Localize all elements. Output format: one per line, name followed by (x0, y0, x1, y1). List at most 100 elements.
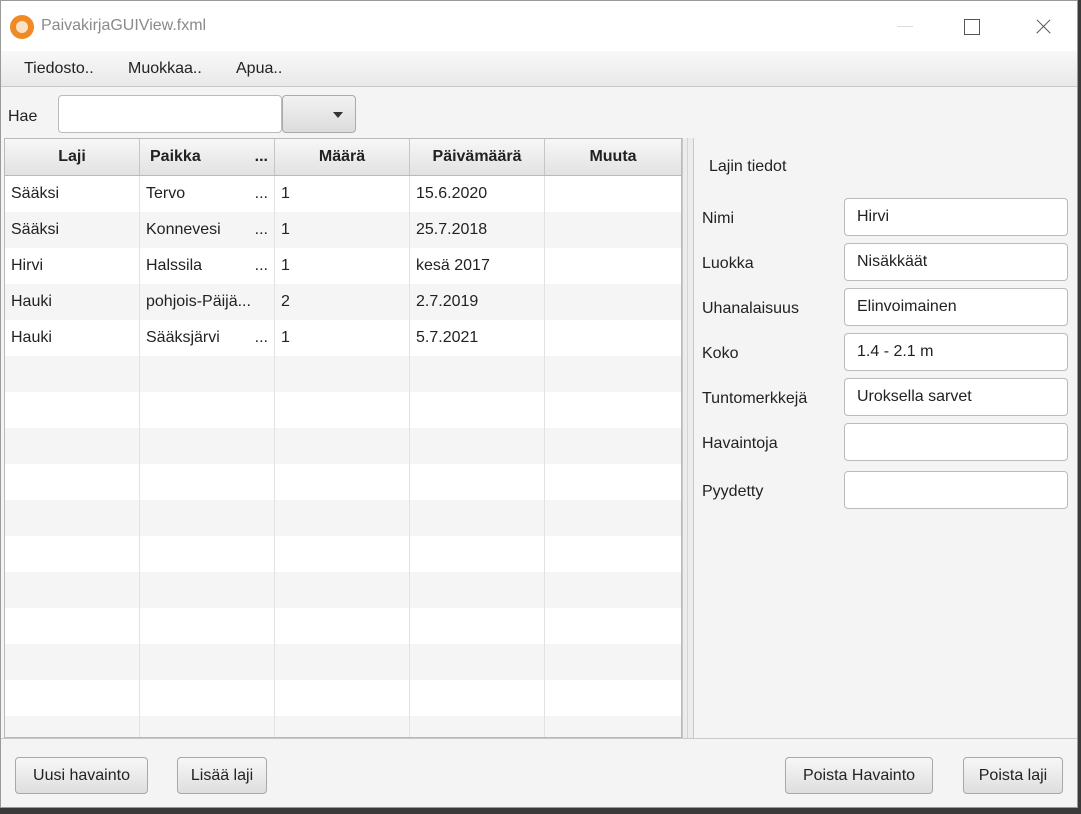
table-cell-laji (5, 680, 140, 716)
cell-text: 1 (281, 221, 290, 238)
menu-apua[interactable]: Apua.. (236, 60, 282, 78)
table-cell-pvm (410, 572, 545, 608)
app-logo-icon (10, 15, 34, 39)
table-cell-muuta (545, 644, 681, 680)
cell-text: 1 (281, 185, 290, 202)
table-cell-muuta (545, 284, 681, 320)
cell-text: Konnevesi (146, 221, 221, 238)
column-header-1[interactable]: Paikka... (140, 139, 275, 175)
column-header-2[interactable]: Määrä (275, 139, 410, 175)
field-label-0: Nimi (702, 210, 734, 227)
column-header-4[interactable]: Muuta (545, 139, 681, 175)
table-cell-maara (275, 392, 410, 428)
table-cell-maara: 1 (275, 212, 410, 248)
split-pane-divider[interactable] (682, 138, 694, 738)
table-row[interactable]: Hauki Sääksjärvi... 1 5.7.2021 (5, 320, 681, 356)
table-cell-paikka (140, 644, 275, 680)
cell-text: pohjois-Päijä... (146, 293, 251, 310)
field-label-1: Luokka (702, 255, 754, 272)
table-cell-pvm (410, 464, 545, 500)
table-cell-maara (275, 572, 410, 608)
table-cell-muuta (545, 464, 681, 500)
remove-observation-button[interactable]: Poista Havainto (785, 757, 933, 794)
table-row[interactable] (5, 464, 681, 500)
table-cell-paikka (140, 680, 275, 716)
chevron-down-icon (333, 112, 343, 118)
search-combo-box[interactable] (282, 95, 356, 133)
table-cell-pvm: 5.7.2021 (410, 320, 545, 356)
table-row[interactable] (5, 608, 681, 644)
cell-text: Sääksi (11, 185, 60, 202)
field-input-0[interactable]: Hirvi (844, 198, 1068, 236)
table-cell-pvm (410, 392, 545, 428)
table-row[interactable] (5, 428, 681, 464)
field-input-4[interactable]: Uroksella sarvet (844, 378, 1068, 416)
column-header-ellipsis: ... (254, 148, 268, 165)
table-row[interactable]: Hirvi Halssila... 1 kesä 2017 (5, 248, 681, 284)
field-input-5[interactable] (844, 423, 1068, 461)
menu-tiedosto[interactable]: Tiedosto.. (24, 60, 94, 78)
table-cell-muuta (545, 536, 681, 572)
table-cell-paikka: Halssila... (140, 248, 275, 284)
column-header-0[interactable]: Laji (5, 139, 140, 175)
remove-species-button[interactable]: Poista laji (963, 757, 1063, 794)
field-input-3[interactable]: 1.4 - 2.1 m (844, 333, 1068, 371)
table-cell-muuta (545, 176, 681, 212)
table-cell-paikka (140, 572, 275, 608)
table-cell-muuta (545, 392, 681, 428)
table-row[interactable]: Sääksi Konnevesi... 1 25.7.2018 (5, 212, 681, 248)
table-cell-paikka (140, 716, 275, 737)
table-cell-maara (275, 716, 410, 737)
field-input-2[interactable]: Elinvoimainen (844, 288, 1068, 326)
table-cell-pvm (410, 608, 545, 644)
table-cell-maara (275, 644, 410, 680)
table-row[interactable] (5, 716, 681, 737)
menu-muokkaa[interactable]: Muokkaa.. (128, 60, 202, 78)
observations-table: Laji Paikka... Määrä Päivämäärä Muuta Sääksi… (4, 138, 682, 738)
cell-text: 15.6.2020 (416, 185, 488, 202)
table-cell-laji (5, 536, 140, 572)
table-cell-pvm (410, 500, 545, 536)
table-row[interactable] (5, 500, 681, 536)
table-cell-laji (5, 464, 140, 500)
table-cell-muuta (545, 320, 681, 356)
cell-text: Halssila (146, 257, 203, 274)
search-input[interactable] (58, 95, 282, 133)
table-row[interactable]: Hauki pohjois-Päijä... 2 2.7.2019 (5, 284, 681, 320)
table-row[interactable] (5, 644, 681, 680)
table-cell-muuta (545, 680, 681, 716)
table-row[interactable] (5, 680, 681, 716)
table-cell-pvm: 25.7.2018 (410, 212, 545, 248)
table-row[interactable] (5, 536, 681, 572)
minimize-button[interactable] (877, 9, 933, 43)
table-cell-paikka: pohjois-Päijä... (140, 284, 275, 320)
table-cell-muuta (545, 608, 681, 644)
cell-ellipsis: ... (254, 185, 268, 202)
new-observation-button[interactable]: Uusi havainto (15, 757, 148, 794)
table-row[interactable] (5, 572, 681, 608)
table-cell-maara: 1 (275, 176, 410, 212)
table-cell-laji (5, 500, 140, 536)
table-cell-pvm (410, 536, 545, 572)
column-header-label: Päivämäärä (432, 148, 522, 165)
table-cell-paikka: Konnevesi... (140, 212, 275, 248)
field-input-1[interactable]: Nisäkkäät (844, 243, 1068, 281)
cell-text: kesä 2017 (416, 257, 490, 274)
field-label-3: Koko (702, 345, 739, 362)
column-header-label: Määrä (318, 148, 366, 165)
table-cell-paikka (140, 464, 275, 500)
table-row[interactable] (5, 392, 681, 428)
table-cell-pvm (410, 716, 545, 737)
window-title: PaivakirjaGUIView.fxml (41, 17, 207, 34)
maximize-button[interactable] (944, 9, 1000, 43)
table-cell-maara: 2 (275, 284, 410, 320)
table-row[interactable] (5, 356, 681, 392)
add-species-button[interactable]: Lisää laji (177, 757, 267, 794)
field-input-6[interactable] (844, 471, 1068, 509)
table-cell-maara (275, 500, 410, 536)
close-button[interactable] (1015, 9, 1071, 43)
table-cell-pvm (410, 680, 545, 716)
column-header-3[interactable]: Päivämäärä (410, 139, 545, 175)
table-row[interactable]: Sääksi Tervo... 1 15.6.2020 (5, 176, 681, 212)
table-cell-maara (275, 536, 410, 572)
